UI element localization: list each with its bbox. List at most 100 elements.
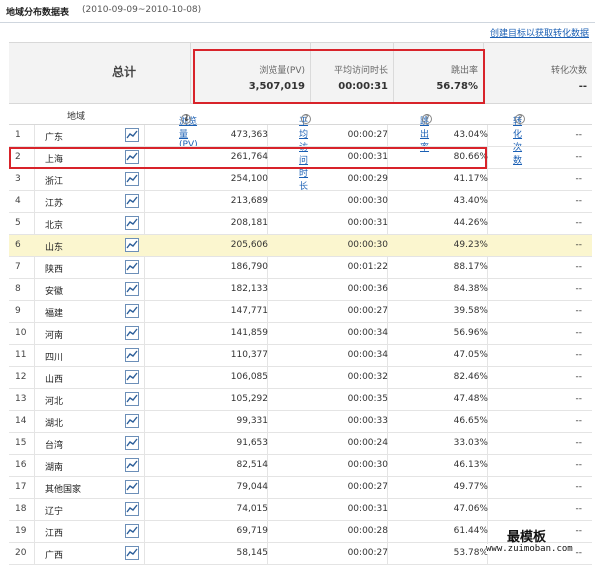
avg-time: 00:00:31: [347, 504, 388, 514]
avg-time: 00:00:31: [347, 218, 388, 228]
row-rank: 13: [15, 394, 27, 404]
trend-chart-icon[interactable]: [125, 546, 139, 560]
row-rank: 14: [15, 416, 27, 426]
bounce-rate: 61.44%: [453, 526, 488, 536]
conversions: --: [575, 284, 583, 294]
row-rank: 4: [15, 196, 21, 206]
bounce-rate: 53.78%: [453, 548, 488, 558]
table-row: 11 四川 110,377 00:00:34 47.05% --: [9, 345, 592, 367]
table-row: 13 河北 105,292 00:00:35 47.48% --: [9, 389, 592, 411]
avg-time: 00:00:24: [347, 438, 388, 448]
bounce-rate: 39.58%: [453, 306, 488, 316]
region-name: 广东: [45, 133, 64, 143]
pageviews: 105,292: [230, 394, 268, 404]
conversions: --: [575, 328, 583, 338]
table-row: 14 湖北 99,331 00:00:33 46.65% --: [9, 411, 592, 433]
table-row: 17 其他国家 79,044 00:00:27 49.77% --: [9, 477, 592, 499]
table-row: 15 台湾 91,653 00:00:24 33.03% --: [9, 433, 592, 455]
table-row: 16 湖南 82,514 00:00:30 46.13% --: [9, 455, 592, 477]
help-icon[interactable]: ?: [515, 114, 525, 124]
region-name: 台湾: [45, 441, 64, 451]
row-rank: 9: [15, 306, 21, 316]
region-name: 湖北: [45, 419, 64, 429]
pageviews: 141,859: [230, 328, 268, 338]
row-rank: 19: [15, 526, 27, 536]
trend-chart-icon[interactable]: [125, 260, 139, 274]
trend-chart-icon[interactable]: [125, 480, 139, 494]
pageviews: 74,015: [236, 504, 269, 514]
trend-chart-icon[interactable]: [125, 216, 139, 230]
conversions: --: [575, 526, 583, 536]
trend-chart-icon[interactable]: [125, 238, 139, 252]
summary-conv-header: 转化次数: [550, 66, 587, 76]
trend-chart-icon[interactable]: [125, 436, 139, 450]
conversions: --: [575, 196, 583, 206]
conversions: --: [575, 372, 583, 382]
summary-highlight-box: [193, 49, 485, 104]
page-title: 地域分布数据表: [6, 8, 70, 18]
conversions: --: [575, 460, 583, 470]
trend-chart-icon[interactable]: [125, 172, 139, 186]
avg-time: 00:00:27: [347, 482, 388, 492]
conversions: --: [575, 218, 583, 228]
conversions: --: [575, 548, 583, 558]
trend-chart-icon[interactable]: [125, 304, 139, 318]
watermark-logo: 最模板: [507, 530, 547, 545]
help-icon[interactable]: ?: [301, 114, 311, 124]
trend-chart-icon[interactable]: [125, 128, 139, 142]
avg-time: 00:00:30: [347, 460, 388, 470]
watermark-url: www.zuimoban.com: [486, 544, 573, 554]
pageviews: 110,377: [230, 350, 268, 360]
avg-time: 00:00:30: [347, 196, 388, 206]
region-name: 山西: [45, 375, 64, 385]
trend-chart-icon[interactable]: [125, 326, 139, 340]
table-row: 4 江苏 213,689 00:00:30 43.40% --: [9, 191, 592, 213]
pageviews: 182,133: [230, 284, 268, 294]
trend-chart-icon[interactable]: [125, 194, 139, 208]
bounce-rate: 41.17%: [453, 174, 488, 184]
date-range: (2010-09-09~2010-10-08): [82, 5, 202, 15]
conversions: --: [575, 438, 583, 448]
conversions: --: [575, 306, 583, 316]
bounce-rate: 49.77%: [453, 482, 488, 492]
trend-chart-icon[interactable]: [125, 348, 139, 362]
trend-chart-icon[interactable]: [125, 524, 139, 538]
create-goal-link[interactable]: 创建目标以获取转化数据: [490, 26, 589, 39]
trend-chart-icon[interactable]: [125, 458, 139, 472]
conversions: --: [575, 174, 583, 184]
pageviews: 186,790: [230, 262, 268, 272]
summary-conv: 转化次数 --: [483, 43, 593, 103]
table-row: 6 山东 205,606 00:00:30 49.23% --: [9, 235, 592, 257]
pageviews: 147,771: [230, 306, 268, 316]
region-name: 辽宁: [45, 507, 64, 517]
bounce-rate: 46.13%: [453, 460, 488, 470]
region-name: 江苏: [45, 199, 64, 209]
bounce-rate: 56.96%: [453, 328, 488, 338]
pageviews: 69,719: [236, 526, 269, 536]
avg-time: 00:00:34: [347, 328, 388, 338]
bounce-rate: 47.48%: [453, 394, 488, 404]
row-highlight-box: [9, 147, 487, 169]
trend-chart-icon[interactable]: [125, 370, 139, 384]
bounce-rate: 33.03%: [453, 438, 488, 448]
pageviews: 58,145: [236, 548, 269, 558]
row-rank: 16: [15, 460, 27, 470]
conversions: --: [575, 240, 583, 250]
region-name: 湖南: [45, 463, 64, 473]
row-rank: 11: [15, 350, 27, 360]
help-icon[interactable]: ?: [422, 114, 432, 124]
row-rank: 20: [15, 548, 27, 558]
summary-conv-value: --: [578, 81, 587, 92]
avg-time: 00:00:28: [347, 526, 388, 536]
bounce-rate: 47.06%: [453, 504, 488, 514]
row-rank: 8: [15, 284, 21, 294]
trend-chart-icon[interactable]: [125, 414, 139, 428]
region-name: 福建: [45, 309, 64, 319]
conversions: --: [575, 504, 583, 514]
trend-chart-icon[interactable]: [125, 502, 139, 516]
avg-time: 00:00:29: [347, 174, 388, 184]
bounce-rate: 43.04%: [453, 130, 488, 140]
region-name: 陕西: [45, 265, 64, 275]
trend-chart-icon[interactable]: [125, 282, 139, 296]
trend-chart-icon[interactable]: [125, 392, 139, 406]
